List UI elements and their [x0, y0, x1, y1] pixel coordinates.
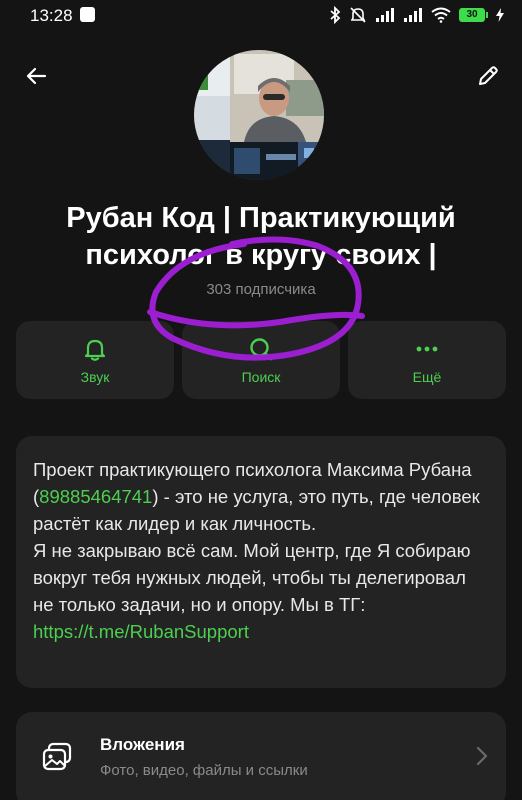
subscriber-count: 303 подписчика [206, 281, 316, 298]
notification-icon [80, 7, 95, 22]
media-gallery-icon [42, 742, 72, 771]
status-icons: 30 [329, 4, 504, 26]
wifi-icon [431, 7, 451, 23]
sound-label: Звук [80, 368, 110, 385]
back-button[interactable] [16, 56, 56, 96]
channel-avatar[interactable] [194, 50, 324, 180]
bell-icon [84, 339, 106, 361]
avatar-image [194, 50, 324, 180]
description-card: Проект практикующего психолога Максима Р… [16, 436, 506, 688]
description-text: Проект практикующего психолога Максима Р… [33, 456, 488, 645]
more-label: Ещё [412, 368, 442, 385]
search-label: Поиск [241, 368, 281, 385]
edit-button[interactable] [468, 56, 508, 96]
more-dots-icon [416, 346, 438, 351]
action-buttons: Звук Поиск Ещё [16, 321, 506, 399]
description-part3: Я не закрываю всё сам. Мой центр, где Я … [33, 540, 471, 615]
pencil-icon [479, 66, 498, 85]
phone-link[interactable]: 89885464741 [39, 486, 152, 507]
sound-button[interactable]: Звук [16, 321, 174, 399]
battery-icon: 30 [459, 8, 488, 22]
bluetooth-icon [330, 6, 341, 24]
channel-profile-screen: 13:28 30 Рубан Код | Практикующий психол… [0, 0, 522, 800]
chevron-right-icon [476, 746, 488, 766]
more-button[interactable]: Ещё [348, 321, 506, 399]
telegram-link[interactable]: https://t.me/RubanSupport [33, 621, 249, 642]
status-bar: 13:28 30 [0, 0, 522, 30]
attachments-subtitle: Фото, видео, файлы и ссылки [100, 762, 308, 779]
battery-level: 30 [459, 8, 485, 22]
signal-icon-2 [404, 8, 422, 22]
search-button[interactable]: Поиск [182, 321, 340, 399]
mute-icon [350, 7, 366, 23]
signal-icon [376, 8, 394, 22]
status-time: 13:28 [30, 6, 73, 25]
attachments-title: Вложения [100, 735, 185, 754]
search-icon [250, 337, 273, 360]
attachments-row[interactable]: Вложения Фото, видео, файлы и ссылки [16, 712, 506, 800]
channel-title: Рубан Код | Практикующий психолог в круг… [66, 202, 456, 271]
arrow-left-icon [26, 67, 47, 85]
charging-icon [496, 8, 504, 22]
